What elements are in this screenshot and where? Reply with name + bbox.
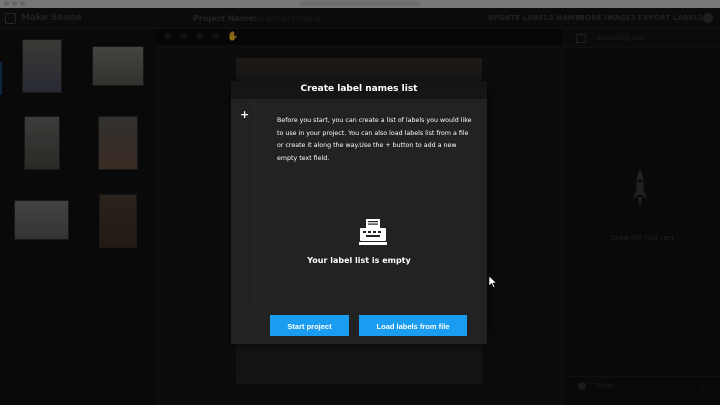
modal-description: Before you start, you can create a list …: [277, 117, 472, 162]
modal-header: Create label names list: [231, 81, 487, 99]
start-project-button[interactable]: Start project: [270, 315, 349, 336]
typewriter-icon: [359, 219, 387, 245]
mouse-cursor-icon: [489, 276, 497, 288]
create-label-names-modal: Create label names list + Before you sta…: [231, 81, 487, 344]
add-label-button[interactable]: +: [240, 109, 249, 120]
divider: [254, 99, 255, 304]
empty-list-message: Your label list is empty: [307, 256, 411, 265]
modal-title: Create label names list: [300, 84, 418, 94]
load-labels-button[interactable]: Load labels from file: [359, 315, 467, 336]
